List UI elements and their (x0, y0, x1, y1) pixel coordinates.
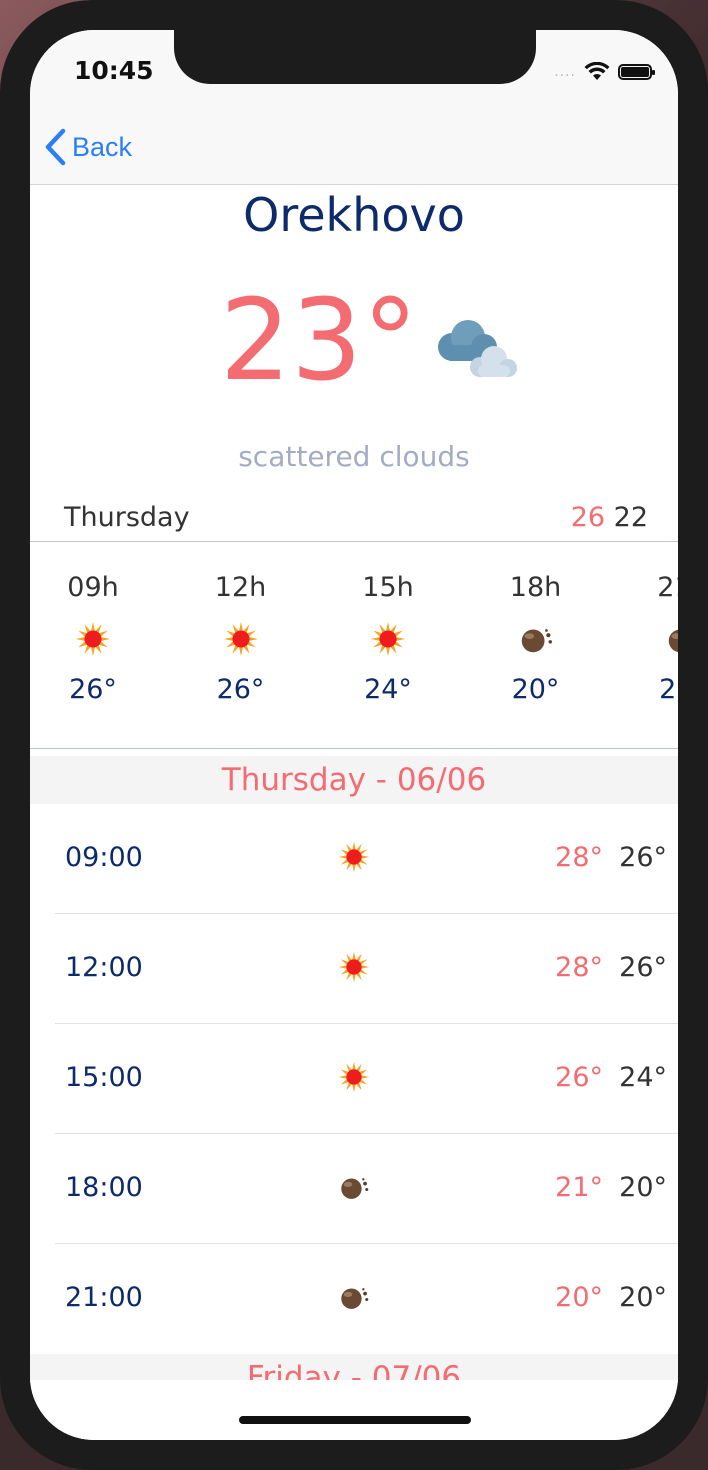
row-time: 09:00 (65, 842, 143, 873)
forecast-row[interactable]: 18:00 21° 20° (55, 1134, 678, 1244)
section-header: Thursday - 06/06 (30, 756, 678, 804)
forecast-row[interactable]: 21:00 20° 20° (55, 1244, 678, 1354)
hourly-icon (471, 620, 601, 660)
row-high: 28° (555, 952, 603, 983)
today-high: 26 (570, 502, 606, 533)
sun-icon (223, 621, 258, 657)
moon-icon (521, 629, 552, 653)
row-high: 21° (555, 1172, 603, 1203)
home-indicator[interactable] (239, 1416, 471, 1424)
row-time: 12:00 (65, 952, 143, 983)
hourly-icon (618, 620, 678, 660)
current-temperature-block: 23° (30, 285, 678, 397)
hourly-item: 12h 26° (176, 542, 306, 705)
current-temperature: 23° (219, 276, 419, 406)
hourly-forecast-strip[interactable]: 09h 26° 12h 26° 15h 24° 18h 20° 21h 20° (30, 542, 678, 748)
hourly-item: 09h 26° (30, 542, 158, 705)
hourly-item: 18h 20° (471, 542, 601, 705)
device-notch (174, 30, 536, 84)
sun-icon (370, 621, 406, 657)
hourly-temperature: 20° (511, 674, 560, 705)
row-high: 20° (555, 1282, 603, 1313)
hourly-time: 21h (657, 572, 678, 603)
status-time: 10:45 (74, 56, 154, 85)
row-time: 21:00 (65, 1282, 143, 1313)
hourly-temperature: 20° (659, 674, 678, 705)
back-button[interactable]: Back (44, 128, 132, 166)
row-low: 20° (619, 1172, 667, 1203)
forecast-row[interactable]: 09:00 28° 26° (55, 804, 678, 914)
app-screen: 10:45 .... Back Orekhovo 23° scattered c… (30, 30, 678, 1440)
divider (30, 748, 678, 749)
row-icon (337, 1280, 371, 1318)
hourly-temperature: 24° (364, 674, 412, 705)
today-high-low: 26 22 (571, 502, 648, 533)
row-icon (337, 950, 371, 988)
city-name: Orekhovo (243, 188, 465, 242)
forecast-row[interactable]: 15:00 26° 24° (55, 1024, 678, 1134)
row-low: 26° (619, 842, 667, 873)
forecast-row[interactable]: 12:00 28° 26° (55, 914, 678, 1024)
hourly-time: 09h (67, 572, 119, 603)
wifi-icon (584, 62, 610, 80)
row-high: 26° (555, 1062, 603, 1093)
hourly-time: 12h (214, 572, 267, 603)
today-day: Thursday (64, 502, 190, 533)
status-icons: .... (554, 62, 655, 82)
navigation-bar: Back (30, 110, 678, 185)
sun-icon (338, 1061, 370, 1093)
hourly-time: 18h (509, 572, 562, 603)
row-icon (337, 1170, 371, 1208)
today-low: 22 (613, 502, 648, 533)
moon-icon (668, 629, 678, 653)
row-high: 28° (555, 842, 603, 873)
weather-description: scattered clouds (238, 440, 470, 473)
battery-level (621, 67, 649, 77)
hourly-item: 21h 20° (618, 542, 678, 705)
row-low: 24° (619, 1062, 667, 1093)
row-icon (337, 840, 371, 878)
back-label: Back (72, 131, 133, 162)
sun-icon (338, 951, 370, 983)
sun-icon (338, 841, 370, 873)
hourly-icon (30, 620, 158, 660)
hourly-item: 15h 24° (323, 542, 453, 705)
battery-icon (618, 64, 655, 80)
row-low: 26° (619, 952, 667, 983)
row-icon (337, 1060, 371, 1098)
moon-icon (341, 1288, 369, 1309)
hourly-temperature: 26° (69, 674, 117, 705)
row-time: 15:00 (65, 1062, 143, 1093)
status-bar: 10:45 .... (30, 30, 678, 110)
chevron-left-icon (45, 128, 66, 166)
hourly-temperature: 26° (216, 674, 265, 705)
hourly-icon (323, 620, 453, 660)
hourly-time: 15h (362, 572, 414, 603)
clouds-icon (438, 320, 518, 377)
row-time: 18:00 (65, 1172, 143, 1203)
home-area (30, 1380, 678, 1440)
signal-icon: .... (554, 64, 576, 80)
sun-icon (75, 621, 111, 657)
row-low: 20° (619, 1282, 667, 1313)
today-summary: Thursday 26 22 (64, 502, 648, 542)
moon-icon (341, 1178, 369, 1199)
hourly-icon (176, 620, 306, 660)
device-frame: 10:45 .... Back Orekhovo 23° scattered c… (0, 0, 708, 1470)
